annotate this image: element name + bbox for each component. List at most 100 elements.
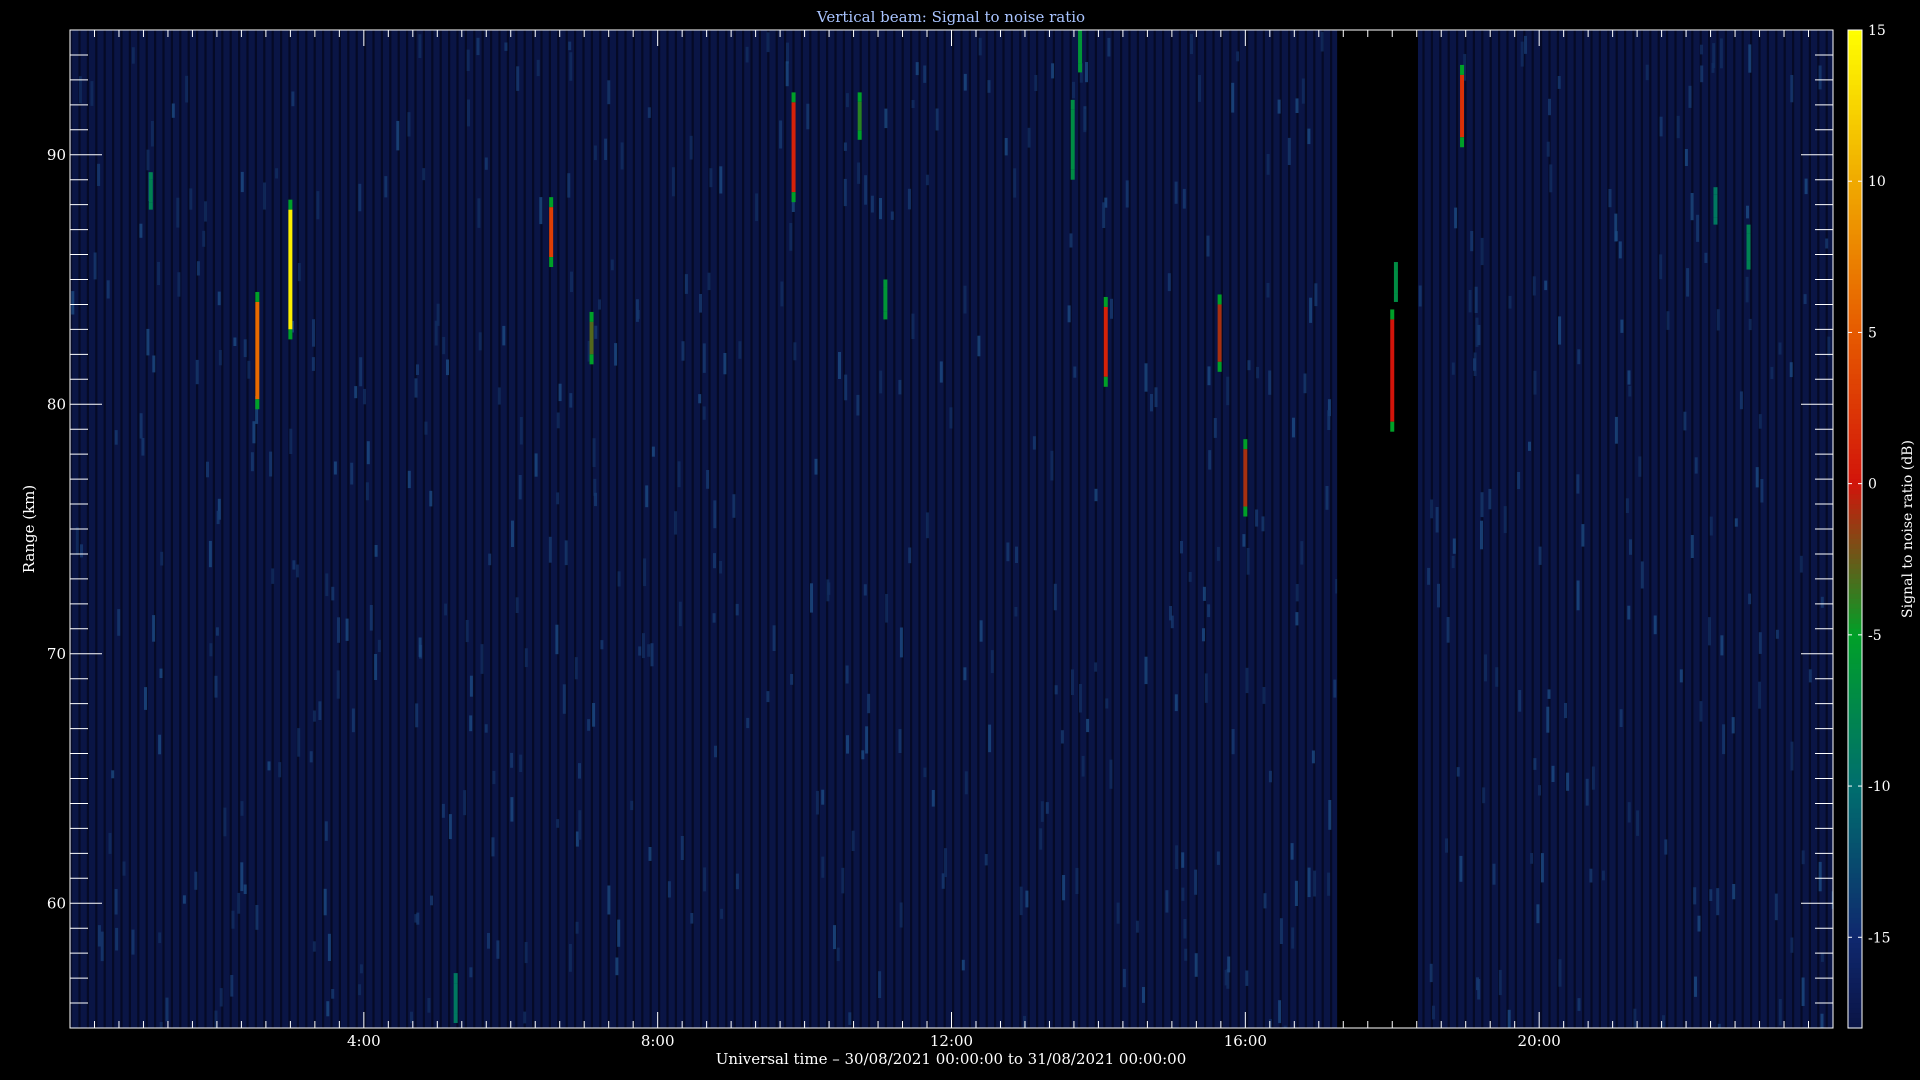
noise-speckle <box>1557 76 1561 89</box>
colorbar-cell <box>1848 474 1862 480</box>
colorbar-cell <box>1848 883 1862 889</box>
noise-speckle <box>1711 62 1715 73</box>
colorbar-cell <box>1848 658 1862 665</box>
noise-speckle <box>523 1011 527 1024</box>
noise-speckle <box>323 888 327 916</box>
time-stripe <box>1321 30 1324 1028</box>
noise-speckle <box>297 263 301 282</box>
noise-speckle <box>502 325 506 346</box>
noise-speckle <box>1628 385 1632 397</box>
time-stripe <box>985 30 988 1028</box>
noise-speckle <box>1067 305 1071 323</box>
time-stripe <box>624 30 627 1028</box>
colorbar-cell <box>1848 938 1862 944</box>
noise-speckle <box>1577 998 1581 1011</box>
noise-speckle <box>600 640 604 650</box>
noise-speckle <box>845 93 849 108</box>
time-stripe <box>187 30 190 1028</box>
colorbar-cell <box>1848 593 1862 600</box>
time-stripe <box>691 30 694 1028</box>
noise-speckle <box>772 625 776 651</box>
noise-speckle <box>617 919 621 947</box>
echo-fringe <box>1746 260 1751 270</box>
noise-speckle <box>492 770 496 785</box>
noise-speckle <box>326 1001 330 1017</box>
noise-speckle <box>857 162 861 184</box>
noise-speckle <box>1732 884 1736 900</box>
noise-speckle <box>97 163 101 186</box>
colorbar-cell <box>1848 284 1862 291</box>
noise-speckle <box>1277 99 1281 114</box>
noise-speckle <box>908 547 912 564</box>
noise-speckle <box>165 997 169 1022</box>
echo-fringe <box>1390 309 1395 320</box>
noise-speckle <box>122 861 126 876</box>
noise-speckle <box>594 492 597 507</box>
noise-speckle <box>648 847 652 861</box>
noise-speckle <box>515 597 519 613</box>
colorbar-cell <box>1848 718 1862 725</box>
time-stripe <box>254 30 257 1028</box>
noise-speckle <box>424 421 428 435</box>
noise-speckle <box>100 931 104 962</box>
colorbar-cell <box>1848 229 1862 236</box>
noise-speckle <box>418 637 422 657</box>
noise-speckle <box>1566 772 1570 791</box>
colorbar-cell <box>1848 778 1862 785</box>
noise-speckle <box>1601 870 1605 881</box>
noise-speckle <box>418 34 422 58</box>
colorbar-cell <box>1848 828 1862 834</box>
noise-speckle <box>1194 953 1198 977</box>
echo-trace <box>1390 309 1395 432</box>
noise-speckle <box>899 627 903 658</box>
x-tick-label: 4:00 <box>347 1032 381 1050</box>
echo-core <box>1243 449 1248 507</box>
colorbar-cell <box>1848 823 1862 829</box>
noise-speckle <box>1328 800 1332 830</box>
noise-speckle <box>723 353 727 375</box>
noise-speckle <box>1311 750 1315 764</box>
noise-speckle <box>836 947 840 962</box>
time-stripe <box>305 30 308 1028</box>
noise-speckle <box>1062 875 1066 901</box>
noise-speckle <box>1699 701 1703 722</box>
time-stripe <box>817 30 820 1028</box>
noise-speckle <box>1242 534 1246 547</box>
noise-speckle <box>1758 681 1762 709</box>
colorbar-cell <box>1848 199 1862 206</box>
noise-speckle <box>1198 75 1201 102</box>
colorbar-cell <box>1848 129 1862 136</box>
noise-speckle <box>1549 164 1553 193</box>
noise-speckle <box>90 81 94 106</box>
noise-speckle <box>879 198 882 220</box>
plot-background <box>70 30 1833 1028</box>
noise-speckle <box>1746 205 1749 219</box>
colorbar-cell <box>1848 419 1862 425</box>
echo-fringe <box>1070 99 1075 110</box>
noise-speckle <box>1627 605 1631 620</box>
noise-speckle <box>1102 202 1106 228</box>
echo-fringe <box>1078 63 1083 73</box>
time-stripe <box>1447 30 1450 1028</box>
colorbar-cell <box>1848 99 1862 106</box>
noise-speckle <box>195 359 199 385</box>
time-stripe <box>1103 30 1106 1028</box>
noise-speckle <box>1473 358 1476 371</box>
echo-fringe <box>1217 294 1222 305</box>
time-stripe <box>1430 30 1433 1028</box>
noise-speckle <box>1435 507 1439 533</box>
noise-speckle <box>1300 541 1304 565</box>
echo-trace <box>589 311 594 365</box>
noise-speckle <box>604 138 608 160</box>
noise-speckle <box>491 837 495 857</box>
noise-speckle <box>961 959 965 971</box>
echo-fringe <box>589 311 594 322</box>
noise-speckle <box>331 989 335 999</box>
noise-speckle <box>80 544 83 558</box>
time-stripe <box>355 30 358 1028</box>
colorbar-cell <box>1848 529 1862 535</box>
noise-speckle <box>1608 189 1612 208</box>
colorbar-cell <box>1848 648 1862 655</box>
time-stripe <box>700 30 703 1028</box>
noise-speckle <box>1247 360 1251 371</box>
